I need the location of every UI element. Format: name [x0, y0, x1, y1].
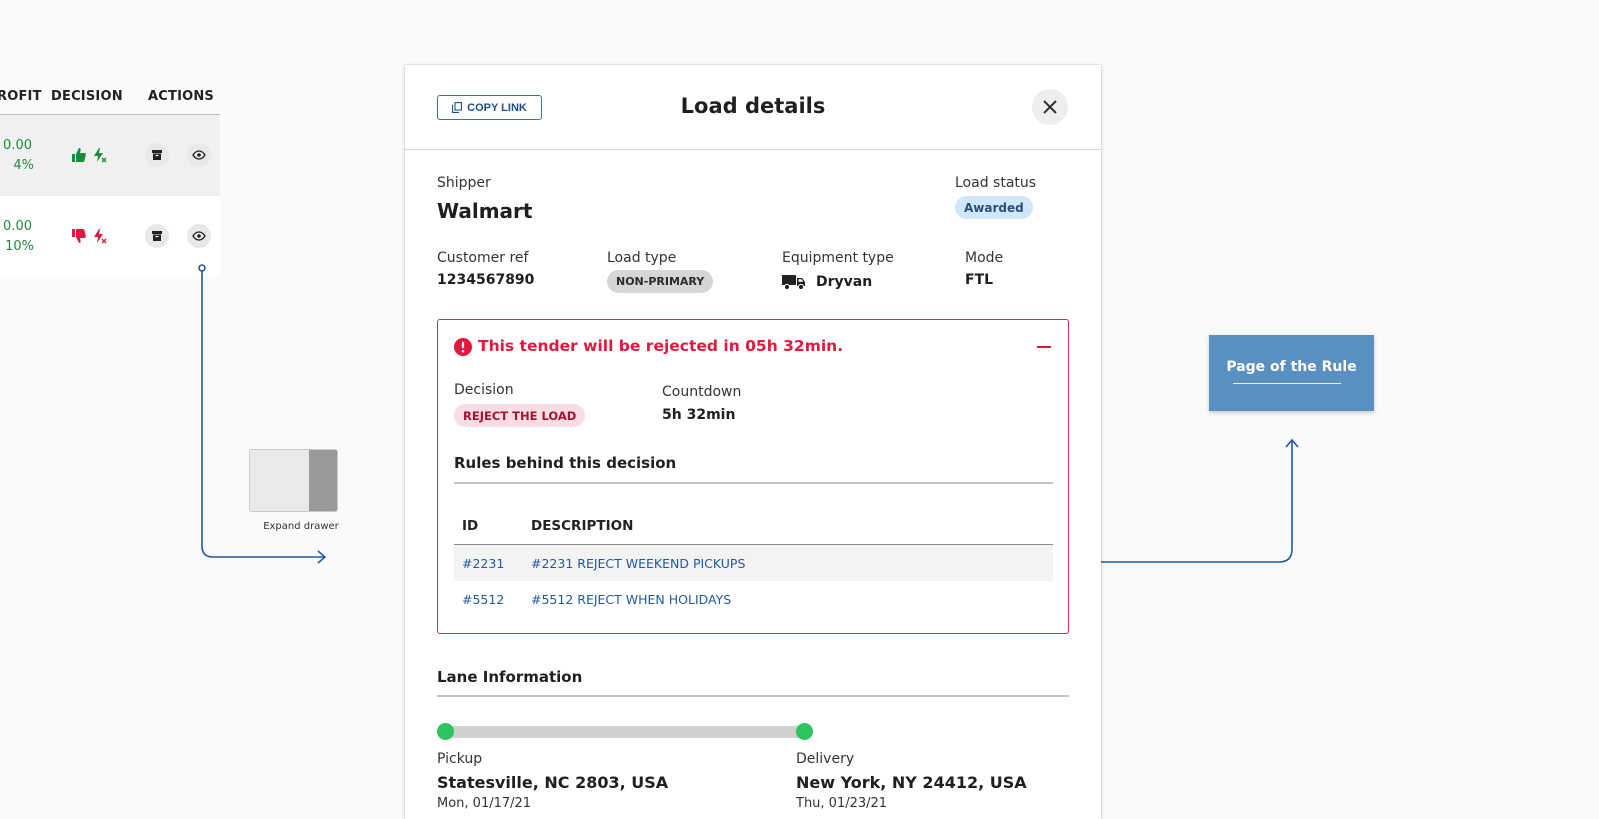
lane-section-title: Lane Information: [437, 668, 583, 686]
modal-title: Load details: [680, 94, 826, 118]
load-status-badge: Awarded: [955, 196, 1033, 219]
lane-progress-track: [445, 726, 805, 738]
delivery-label: Delivery: [796, 751, 855, 767]
rule-id-link[interactable]: #2231: [462, 556, 504, 571]
equipment-type-value: Dryvan: [816, 274, 873, 290]
connector-view-to-drawer: [198, 264, 327, 564]
expand-drawer-label: Expand drawer: [263, 521, 339, 532]
delivery-address: New York, NY 24412, USA: [796, 773, 1027, 792]
collapse-button[interactable]: [1034, 336, 1056, 358]
lightning-icon: [94, 148, 107, 163]
rules-divider: [454, 482, 1053, 484]
column-header-actions: ACTIONS: [148, 89, 215, 104]
thumbs-down-icon: [72, 229, 86, 243]
archive-icon: [152, 150, 162, 160]
drawer-handle: [309, 450, 337, 511]
view-button[interactable]: [187, 224, 211, 248]
rule-page-underline: [1233, 383, 1341, 384]
thumbs-up-icon: [72, 148, 86, 162]
rule-description-link[interactable]: #2231 REJECT WEEKEND PICKUPS: [531, 556, 745, 571]
pickup-label: Pickup: [437, 751, 483, 767]
rejection-message: This tender will be rejected in 05h 32mi…: [478, 337, 844, 355]
equipment-type-label: Equipment type: [782, 250, 894, 266]
truck-icon: [782, 275, 805, 291]
rule-row[interactable]: #2231 #2231 REJECT WEEKEND PICKUPS: [454, 545, 1053, 581]
decision-badge: REJECT THE LOAD: [454, 404, 586, 427]
lane-divider: [437, 695, 1069, 697]
mode-label: Mode: [965, 250, 1004, 266]
column-header-id: ID: [462, 518, 479, 534]
archive-icon: [152, 231, 162, 241]
column-header-decision: DECISION: [51, 89, 123, 104]
profit-amount: 0.00: [3, 138, 32, 153]
decision-label: Decision: [454, 382, 514, 398]
rule-id-link[interactable]: #5512: [462, 592, 504, 607]
rules-section-title: Rules behind this decision: [454, 454, 677, 472]
load-details-modal: COPY LINK Load details Shipper Walmart L…: [405, 65, 1101, 819]
column-header-description: DESCRIPTION: [531, 518, 634, 534]
load-type-badge: NON-PRIMARY: [607, 270, 714, 293]
lightning-icon: [94, 229, 107, 244]
column-header-profit: ROFIT: [0, 89, 42, 104]
shipper-label: Shipper: [437, 175, 491, 191]
pickup-address: Statesville, NC 2803, USA: [437, 773, 669, 792]
profit-amount: 0.00: [3, 219, 32, 234]
mode-value: FTL: [965, 272, 994, 288]
delivery-date: Thu, 01/23/21: [796, 796, 888, 811]
countdown-label: Countdown: [662, 384, 742, 400]
rejection-panel: This tender will be rejected in 05h 32mi…: [437, 319, 1069, 634]
shipper-value: Walmart: [437, 199, 533, 223]
view-button[interactable]: [187, 143, 211, 167]
countdown-value: 5h 32min: [662, 407, 736, 423]
rule-row[interactable]: #5512 #5512 REJECT WHEN HOLIDAYS: [454, 581, 1053, 617]
loads-table-fragment: ROFIT DECISION ACTIONS 0.00 4% 0.00 10%: [0, 80, 220, 278]
table-row[interactable]: 0.00 10%: [0, 196, 220, 277]
eye-icon: [192, 150, 206, 160]
close-icon: [1043, 100, 1057, 114]
archive-button[interactable]: [145, 224, 169, 248]
customer-ref-label: Customer ref: [437, 250, 529, 266]
header-divider: [405, 149, 1101, 150]
eye-icon: [192, 231, 206, 241]
rule-page-label: Page of the Rule: [1226, 359, 1357, 375]
pickup-marker: [437, 723, 454, 740]
rule-description-link[interactable]: #5512 REJECT WHEN HOLIDAYS: [531, 592, 731, 607]
profit-percent: 10%: [5, 239, 34, 254]
table-row[interactable]: 0.00 4%: [0, 115, 220, 196]
load-type-label: Load type: [607, 250, 677, 266]
pickup-date: Mon, 01/17/21: [437, 796, 532, 811]
close-button[interactable]: [1032, 89, 1068, 125]
expand-drawer-thumbnail[interactable]: [249, 449, 338, 512]
delivery-marker: [796, 723, 813, 740]
load-status-label: Load status: [955, 175, 1037, 191]
archive-button[interactable]: [145, 143, 169, 167]
alert-icon: [454, 338, 472, 356]
profit-percent: 4%: [13, 158, 34, 173]
rule-page-card[interactable]: Page of the Rule: [1209, 335, 1374, 411]
customer-ref-value: 1234567890: [437, 272, 535, 288]
